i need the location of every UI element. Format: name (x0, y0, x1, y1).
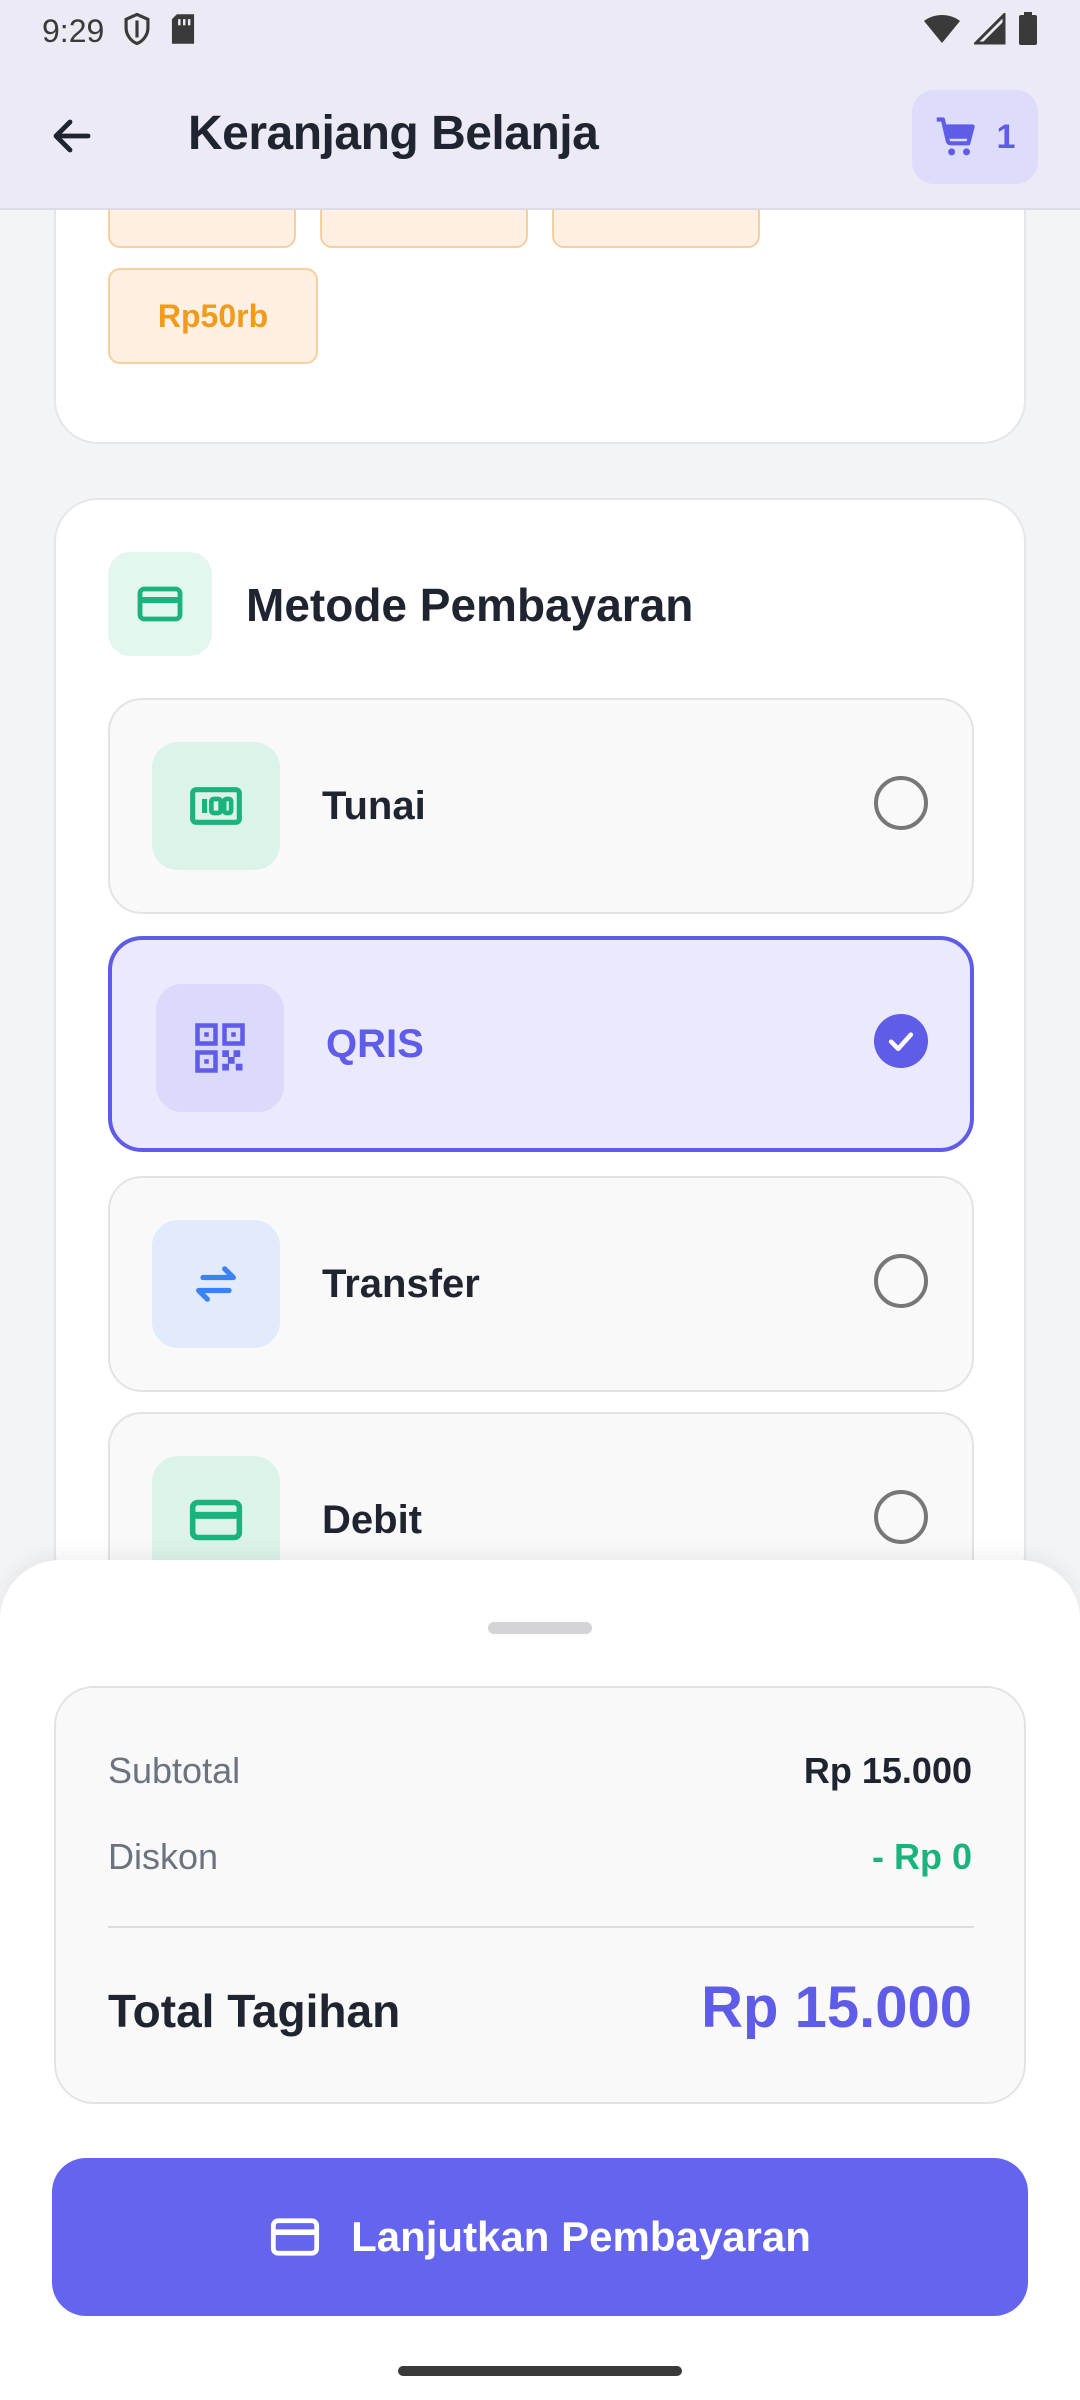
method-icon-box (152, 1220, 280, 1348)
radio-unchecked[interactable] (874, 1254, 928, 1308)
quick-amount-chip[interactable] (108, 210, 296, 248)
quick-amount-card: Rp50rb (54, 210, 1026, 444)
swap-arrows-icon (196, 1266, 236, 1302)
payment-option-tunai[interactable]: Tunai (108, 698, 974, 914)
method-icon-box (152, 1456, 280, 1560)
credit-card-icon (137, 586, 183, 622)
qr-code-icon (195, 1023, 245, 1073)
status-right (922, 10, 1038, 51)
back-button[interactable] (40, 104, 104, 168)
radio-checked[interactable] (874, 1014, 928, 1068)
summary-divider (108, 1926, 974, 1928)
method-label: Tunai (322, 784, 426, 828)
quick-amount-chip[interactable] (320, 210, 528, 248)
payment-option-qris[interactable]: QRIS (108, 936, 974, 1152)
quick-amount-chip[interactable] (552, 210, 760, 248)
status-bar: 9:29 (0, 0, 1080, 62)
cart-count-badge: 1 (996, 117, 1016, 156)
subtotal-value: Rp 15.000 (803, 1750, 972, 1791)
total-value: Rp 15.000 (701, 1975, 972, 2040)
checkout-bottom-sheet: Subtotal Rp 15.000 Diskon - Rp 0 Total T… (0, 1560, 1080, 2400)
status-time: 9:29 (42, 12, 105, 49)
quick-amount-chip-50rb[interactable]: Rp50rb (108, 268, 318, 364)
cash-icon (190, 787, 242, 825)
discount-label: Diskon (108, 1836, 219, 1877)
total-label: Total Tagihan (108, 1985, 401, 2037)
home-indicator[interactable] (398, 2366, 682, 2376)
drag-handle[interactable] (488, 1622, 592, 1634)
credit-card-icon (189, 1499, 243, 1541)
payment-section-title: Metode Pembayaran (246, 579, 694, 631)
discount-value: - Rp 0 (871, 1836, 972, 1877)
cart-icon (936, 117, 975, 156)
payment-option-transfer[interactable]: Transfer (108, 1176, 974, 1392)
battery-icon (1018, 11, 1038, 51)
wifi-icon (922, 13, 962, 50)
subtotal-label: Subtotal (108, 1750, 241, 1791)
arrow-left-icon (53, 119, 91, 153)
method-label: Debit (322, 1498, 422, 1542)
method-icon-box (156, 984, 284, 1112)
status-left: 9:29 (42, 12, 196, 51)
radio-unchecked[interactable] (874, 776, 928, 830)
continue-payment-button[interactable]: Lanjutkan Pembayaran (52, 2158, 1028, 2316)
cart-button[interactable]: 1 (912, 90, 1038, 184)
sim-card-icon (170, 13, 196, 50)
payment-header-icon-box (108, 552, 212, 656)
app-bar: Keranjang Belanja 1 (0, 62, 1080, 210)
page-title: Keranjang Belanja (188, 107, 599, 160)
continue-payment-label: Lanjutkan Pembayaran (351, 2213, 811, 2260)
check-icon (888, 1032, 914, 1052)
method-label: QRIS (326, 1022, 424, 1066)
signal-icon (972, 10, 1006, 50)
credit-card-icon (271, 2218, 320, 2256)
method-label: Transfer (322, 1262, 480, 1306)
shield-icon (122, 12, 152, 51)
payment-option-debit[interactable]: Debit (108, 1412, 974, 1560)
method-icon-box (152, 742, 280, 870)
payment-method-card: Metode Pembayaran Tunai QRIS Transfer De… (54, 498, 1026, 1560)
radio-unchecked[interactable] (874, 1490, 928, 1544)
content-scroll-area[interactable]: Rp50rb Metode Pembayaran Tunai QRIS Tran… (0, 210, 1080, 1560)
order-summary: Subtotal Rp 15.000 Diskon - Rp 0 Total T… (54, 1686, 1026, 2104)
